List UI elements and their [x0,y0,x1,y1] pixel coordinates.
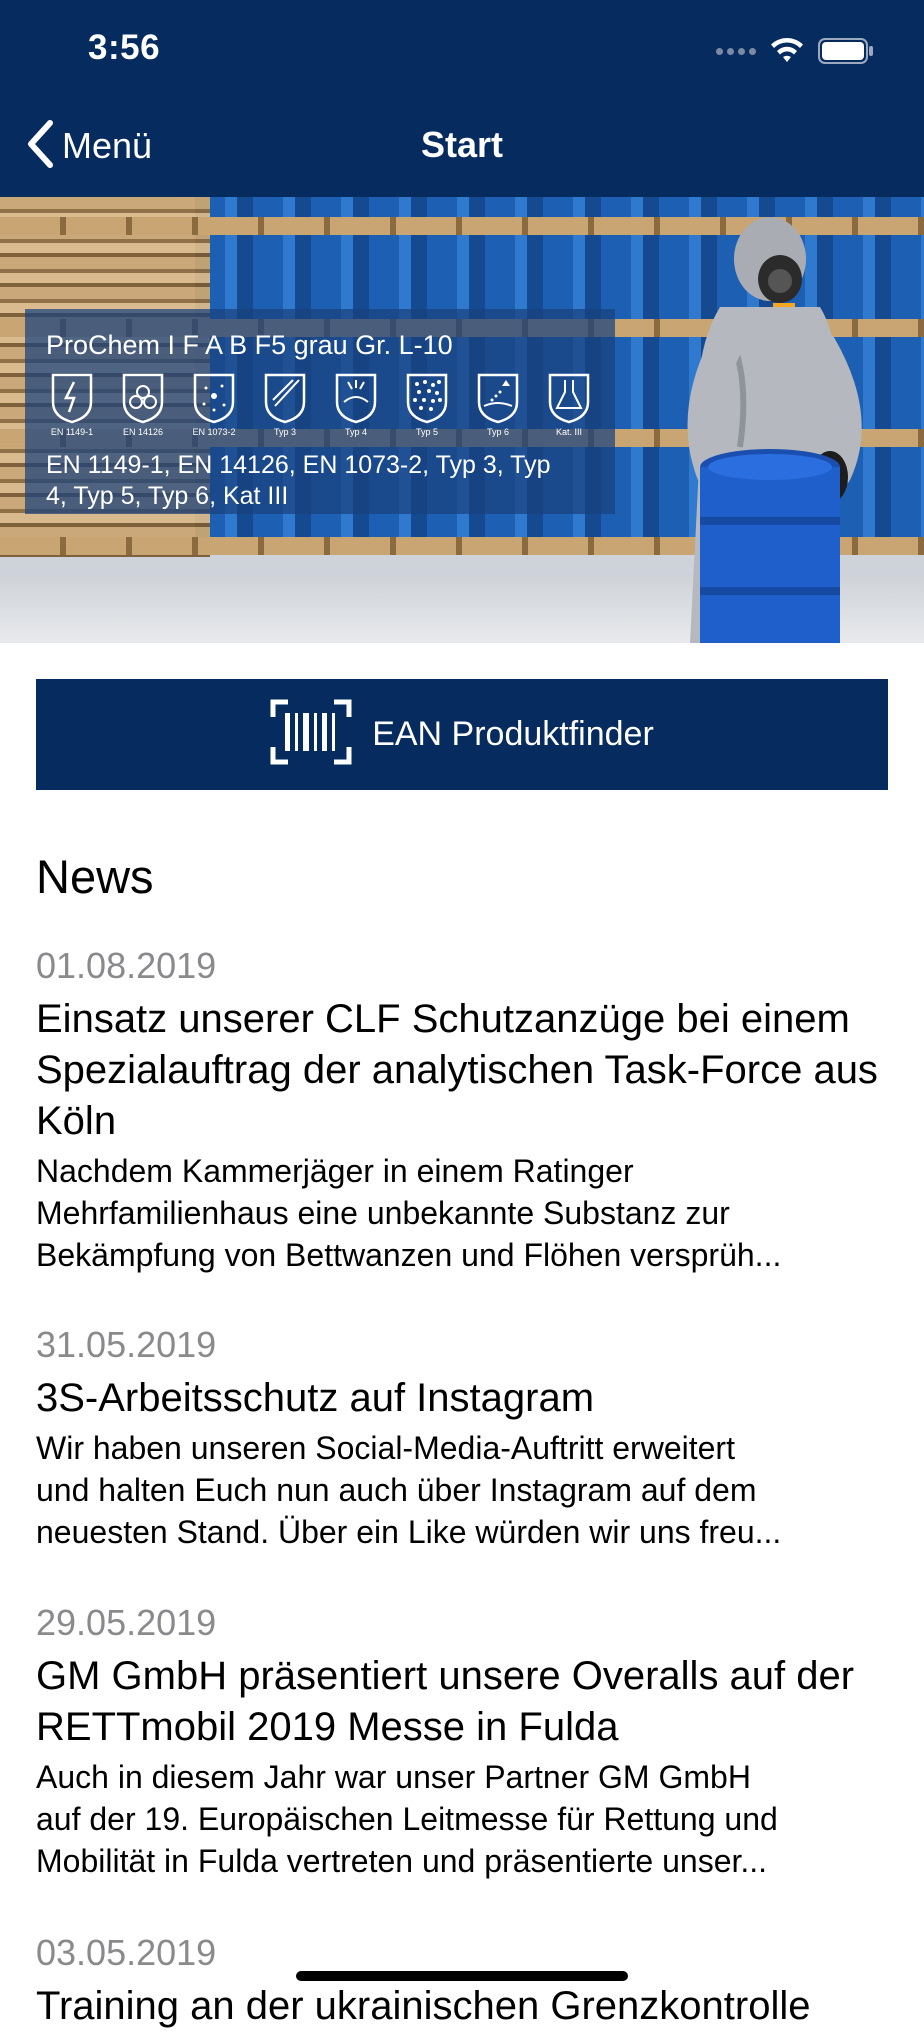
page-title: Start [420,124,504,165]
news-title: Einsatz unserer CLF Schutzanzüge bei ein… [36,997,878,1143]
ean-product-finder-button[interactable]: EAN Produktfinder [36,679,888,790]
news-excerpt: Nachdem Kammerjäger in einem Ratinger Me… [36,1153,782,1273]
cellular-signal-icon [716,47,756,55]
news-item[interactable]: 03.05.2019 Training an der ukrainischen … [36,1931,888,2032]
ean-button-label: EAN Produktfinder [372,715,654,753]
status-icons [716,36,874,66]
antistatic-icon: EN 1149-1 [50,372,94,437]
light-spray-icon: Typ 6 [476,372,520,437]
news-item[interactable]: 01.08.2019 Einsatz unserer CLF Schutzanz… [36,944,888,1276]
news-item[interactable]: 31.05.2019 3S-Arbeitsschutz auf Instagra… [36,1323,888,1553]
news-date: 29.05.2019 [36,1602,217,1643]
status-time: 3:56 [88,28,161,67]
home-indicator[interactable] [296,1971,628,1981]
navigation-bar: 3:56 Menü Start [0,0,924,197]
news-heading: News [36,850,154,903]
hero-norms-text: EN 1149-1, EN 14126, EN 1073-2, Typ 3, T… [46,450,616,512]
particles-icon: Typ 5 [405,372,449,437]
protective-suit-worker-image [687,217,862,643]
news-date: 03.05.2019 [36,1932,217,1973]
news-excerpt: Wir haben unseren Social-Media-Auftritt … [36,1430,782,1550]
wifi-icon [770,38,804,64]
hero-banner[interactable]: ProChem I F A B F5 grau Gr. L-10 EN 1149… [0,197,924,643]
news-item[interactable]: 29.05.2019 GM GmbH präsentiert unsere Ov… [36,1601,888,1882]
radioactive-particles-icon: EN 1073-2 [192,372,236,437]
biohazard-icon: EN 14126 [121,372,165,437]
chemical-flask-icon: Kat. III [547,372,591,437]
news-title: GM GmbH präsentiert unsere Overalls auf … [36,1654,855,1749]
hero-norms-line: EN 1149-1, EN 14126, EN 1073-2, Typ 3, T… [46,451,551,479]
spray-icon: Typ 4 [334,372,378,437]
certification-icons: EN 1149-1 EN 14126 EN 1073-2 Typ 3 Typ 4… [50,372,591,437]
liquid-jet-icon: Typ 3 [263,372,307,437]
news-date: 01.08.2019 [36,945,217,986]
news-date: 31.05.2019 [36,1324,217,1365]
hero-norms-line: 4, Typ 5, Typ 6, Kat III [46,482,289,510]
news-title: Training an der ukrainischen Grenzkontro… [36,1984,811,2028]
news-excerpt: Auch in diesem Jahr war unser Partner GM… [36,1759,778,1879]
hero-product-name: ProChem I F A B F5 grau Gr. L-10 [46,330,453,360]
battery-icon [818,38,874,64]
barcode-scan-icon [270,699,352,770]
news-title: 3S-Arbeitsschutz auf Instagram [36,1376,595,1420]
